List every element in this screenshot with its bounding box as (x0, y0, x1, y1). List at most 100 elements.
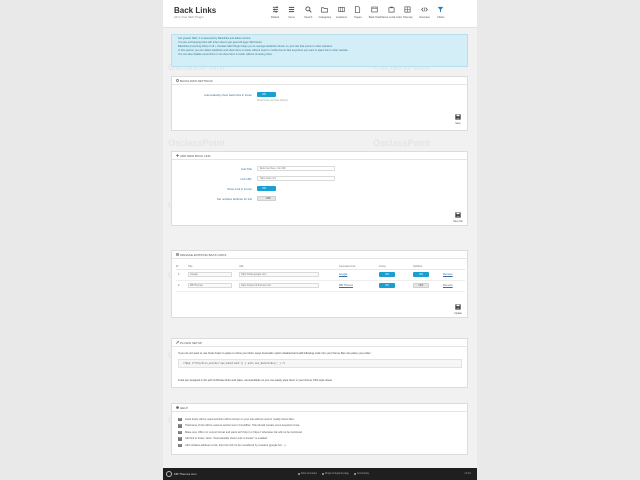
show-in-footer-label: Show Link in Footer (227, 186, 252, 191)
watermark: OsclassPoint (373, 138, 431, 148)
auto-show-hint: Show footer via hook (footer) (257, 99, 288, 102)
auto-show-row: Automatically show back links in footer … (176, 92, 276, 97)
nav-item-filters[interactable]: Filters (433, 5, 449, 23)
question-icon: ? (178, 437, 182, 441)
list-item: ? Add nofollow attribute to link, then li… (178, 442, 302, 449)
building-icon (388, 6, 395, 13)
sitemap-icon (404, 6, 411, 13)
filter-icon (437, 6, 444, 13)
link-icon (371, 6, 378, 13)
footer-links: Docs & Guides Plugin & Support page Comm… (298, 472, 374, 475)
backlinks-settings-panel: BACKLINKS SETTINGS Automatically show ba… (171, 76, 468, 131)
panel-heading-text: PLUGIN SETUP (180, 340, 203, 345)
panel-heading-text: MANAGE EXISTING BACK LINKS (180, 252, 227, 257)
footer-link-community[interactable]: Community (353, 472, 369, 475)
nav-label: Categories (318, 16, 332, 19)
code-icon (421, 6, 428, 13)
plugin-setup-panel: PLUGIN SETUP If you do not want to use h… (171, 338, 468, 388)
row-url-input[interactable]: https://www.google.com (239, 272, 319, 277)
panel-heading: PLUGIN SETUP (172, 339, 467, 347)
top-header: Back Links All In One SEO Plugin Default… (163, 0, 477, 28)
wrench-icon (176, 341, 179, 344)
manage-backlinks-panel: MANAGE EXISTING BACK LINKS ID Title URL … (171, 250, 468, 318)
row-title-input[interactable]: Google (188, 272, 232, 277)
help-text: Hook footer will be used and links will … (185, 417, 295, 421)
nav-label: Back links (368, 16, 381, 19)
remove-link[interactable]: Remove (443, 284, 453, 287)
watermark: OsclassPoint (168, 138, 226, 148)
auto-show-toggle[interactable]: ON (257, 92, 276, 97)
question-icon: ? (178, 424, 182, 428)
show-in-footer-toggle[interactable]: ON (257, 186, 276, 191)
link-title-label: Link Title (240, 166, 252, 171)
community-icon (353, 472, 356, 475)
add-new-backlink-panel: ADD NEW BACK LINK Link Title Link URL Sh… (171, 151, 468, 226)
nav-label: Search (304, 16, 313, 19)
nofollow-row-toggle[interactable]: OFF (413, 283, 429, 288)
footer-bar: MB Themes.com Docs & Guides Plugin & Sup… (163, 468, 477, 480)
info-box: Get greater SEO, it is assumed by Backli… (171, 34, 468, 67)
footer-brand-text: MB Themes.com (174, 472, 197, 476)
nav-item-items[interactable]: Items (284, 5, 300, 23)
table-row: 1 Google https://www.google.com Google O… (176, 269, 465, 281)
generated-link[interactable]: MB Themes (339, 284, 353, 287)
panel-heading: ADD NEW BACK LINK (172, 152, 467, 160)
show-in-footer-row: Show Link in Footer ON (176, 186, 276, 191)
help-text: Title/name of link will be used as ancho… (185, 424, 301, 428)
nav-item-sitemap[interactable]: Sitemap (400, 5, 416, 23)
nav-label: Locations (335, 16, 347, 19)
save-link-button[interactable]: Save link (452, 212, 464, 223)
row-url-input[interactable]: https://www.mb-themes.com (239, 283, 319, 288)
nav-label: Places Local Links (380, 16, 402, 19)
nofollow-row-toggle[interactable]: ON (413, 272, 429, 277)
page-icon (354, 6, 361, 13)
footer-brand[interactable]: MB Themes.com (166, 471, 197, 477)
row-id: 2 (176, 280, 188, 292)
save-link-label: Save link (453, 220, 463, 223)
question-icon: ? (178, 430, 182, 434)
nav-item-overview[interactable]: Overview (416, 5, 432, 23)
floppy-disk-icon (455, 304, 461, 311)
panel-heading-text: HELP (180, 405, 188, 410)
nav-label: Overview (418, 16, 430, 19)
code-snippet[interactable]: <?php if(function_exists('seo_backlinks'… (178, 359, 462, 368)
brand-logo-icon (166, 471, 172, 477)
nav-item-pages[interactable]: Pages (350, 5, 366, 23)
question-icon: ? (178, 443, 182, 447)
footer-toggle[interactable]: ON (379, 283, 395, 288)
floppy-disk-icon (455, 114, 461, 121)
update-links-button[interactable]: Update (452, 304, 464, 315)
link-url-input[interactable] (257, 176, 335, 181)
folder-icon (321, 6, 329, 13)
plugin-setup-note: Links are wrapped in div with id #footer… (178, 379, 333, 382)
footer-link-support[interactable]: Plugin & Support page (321, 472, 349, 475)
nofollow-toggle[interactable]: OFF (257, 196, 276, 201)
panel-heading-text: ADD NEW BACK LINK (180, 153, 211, 158)
footer-link-text: Community (356, 472, 369, 475)
question-icon: ? (178, 417, 182, 421)
link-title-input[interactable] (257, 166, 335, 171)
remove-link[interactable]: Remove (443, 273, 453, 276)
save-settings-button[interactable]: Save (452, 114, 464, 125)
help-text: Add nofollow attribute to link, then lin… (185, 443, 287, 447)
nofollow-row: Set nofollow attribute for link OFF (176, 196, 276, 201)
update-links-label: Update (454, 312, 462, 315)
help-list: ? Hook footer will be used and links will… (178, 416, 302, 449)
help-text: Add link to footer, when "Automatically … (185, 437, 268, 441)
nav-item-locations[interactable]: Locations (333, 5, 349, 23)
nav-label: Filters (437, 16, 445, 19)
nav-label: Items (288, 16, 295, 19)
footer-toggle[interactable]: ON (379, 272, 395, 277)
nav-item-default[interactable]: Default (267, 5, 283, 23)
nav-item-search[interactable]: Search (300, 5, 316, 23)
auto-show-label: Automatically show back links in footer (204, 92, 252, 97)
row-title-input[interactable]: MB Themes (188, 283, 232, 288)
list-icon (176, 253, 179, 256)
footer-link-docs[interactable]: Docs & Guides (298, 472, 317, 475)
nav-item-back-links[interactable]: Back links (367, 5, 383, 23)
plus-icon (176, 154, 179, 157)
generated-link[interactable]: Google (339, 273, 347, 276)
nav-item-places-local-links[interactable]: Places Local Links (380, 5, 402, 23)
info-line: You can also disable some links to not s… (178, 53, 273, 56)
nav-item-categories[interactable]: Categories (317, 5, 333, 23)
